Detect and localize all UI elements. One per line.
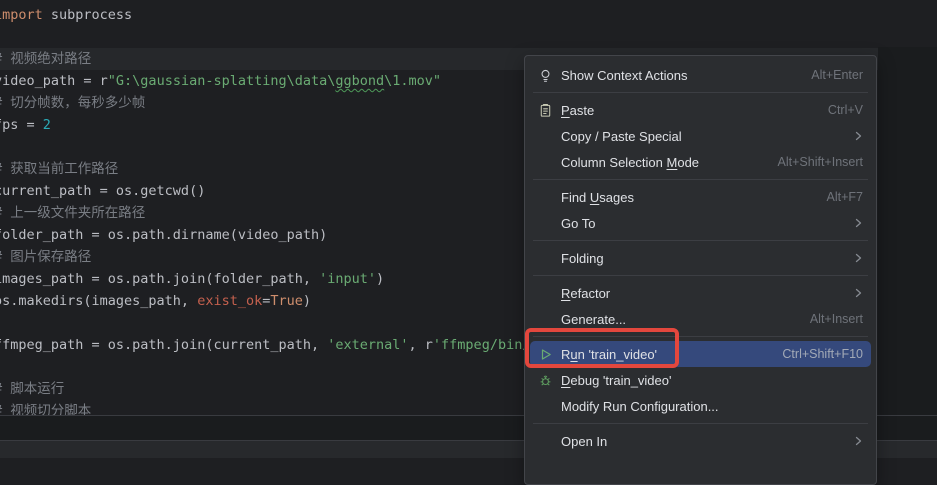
blank-icon	[537, 433, 553, 449]
code-token: 2	[43, 117, 51, 133]
menu-item-shortcut: Alt+Shift+Insert	[778, 155, 863, 169]
code-token: os.makedirs(images_path,	[0, 293, 197, 309]
menu-item-shortcut: Ctrl+Shift+F10	[782, 347, 863, 361]
blank-icon	[537, 311, 553, 327]
submenu-chevron-icon	[854, 218, 863, 228]
run-icon	[537, 346, 553, 362]
code-token: \1.mov"	[384, 73, 441, 89]
code-token: # 图片保存路径	[0, 249, 91, 265]
submenu-chevron-icon	[854, 131, 863, 141]
code-token: , r	[409, 337, 433, 353]
menu-item-go-to[interactable]: Go To	[530, 210, 871, 236]
code-token: )	[376, 271, 384, 287]
code-token: os	[43, 0, 67, 1]
code-token: ffmpeg_path = os.path.join(current_path,	[0, 337, 327, 353]
blank-icon	[537, 128, 553, 144]
menu-separator	[533, 275, 868, 276]
debug-icon	[537, 372, 553, 388]
menu-separator	[533, 336, 868, 337]
submenu-chevron-icon	[854, 253, 863, 263]
menu-item-label: Column Selection Mode	[561, 155, 699, 170]
menu-item-label: Paste	[561, 103, 594, 118]
menu-separator	[533, 92, 868, 93]
blank-icon	[537, 250, 553, 266]
menu-item-refactor[interactable]: Refactor	[530, 280, 871, 306]
paste-icon	[537, 102, 553, 118]
menu-item-label: Go To	[561, 216, 595, 231]
menu-item-generate[interactable]: Generate... Alt+Insert	[530, 306, 871, 332]
menu-item-label: Open In	[561, 434, 607, 449]
code-token: 'external'	[327, 337, 408, 353]
code-line	[0, 26, 884, 48]
code-token: fps =	[0, 117, 43, 133]
code-token: current_path = os.getcwd()	[0, 183, 205, 199]
code-token: images_path = os.path.join(folder_path,	[0, 271, 319, 287]
code-token: import	[0, 7, 43, 23]
code-line: import subprocess	[0, 4, 884, 26]
code-token: subprocess	[43, 7, 132, 23]
code-token: )	[303, 293, 311, 309]
menu-item-label: Show Context Actions	[561, 68, 687, 83]
menu-item-label: Run 'train_video'	[561, 347, 657, 362]
menu-item-label: Copy / Paste Special	[561, 129, 682, 144]
menu-item-debug-train-video[interactable]: Debug 'train_video'	[530, 367, 871, 393]
code-token: 'input'	[319, 271, 376, 287]
menu-item-label: Debug 'train_video'	[561, 373, 671, 388]
blank-icon	[537, 215, 553, 231]
menu-item-shortcut: Alt+F7	[827, 190, 863, 204]
lightbulb-icon	[537, 67, 553, 83]
menu-item-label: Find Usages	[561, 190, 634, 205]
right-panel-strip	[878, 47, 937, 415]
code-token: 'ffmpeg/bin/	[433, 337, 531, 353]
code-token: # 获取当前工作路径	[0, 161, 118, 177]
code-token: ggbond	[335, 73, 384, 89]
code-token: "G:\gaussian-splatting\data\	[108, 73, 336, 89]
menu-item-show-context-actions[interactable]: Show Context Actions Alt+Enter	[530, 62, 871, 88]
blank-icon	[537, 189, 553, 205]
blank-icon	[537, 398, 553, 414]
code-token: # 切分帧数，每秒多少帧	[0, 95, 145, 111]
menu-item-folding[interactable]: Folding	[530, 245, 871, 271]
code-token: exist_ok	[197, 293, 262, 309]
menu-item-label: Generate...	[561, 312, 626, 327]
menu-item-paste[interactable]: Paste Ctrl+V	[530, 97, 871, 123]
code-token: # 脚本运行	[0, 381, 64, 397]
blank-icon	[537, 154, 553, 170]
code-token: # 上一级文件夹所在路径	[0, 205, 145, 221]
menu-item-find-usages[interactable]: Find Usages Alt+F7	[530, 184, 871, 210]
menu-item-shortcut: Alt+Insert	[810, 312, 863, 326]
code-token: folder_path = os.path.dirname(video_path…	[0, 227, 327, 243]
code-token: # 视频绝对路径	[0, 51, 91, 67]
menu-item-shortcut: Ctrl+V	[828, 103, 863, 117]
editor-context-menu: Show Context Actions Alt+Enter Paste Ctrl+V…	[524, 55, 877, 485]
menu-item-label: Refactor	[561, 286, 610, 301]
code-token: # 视频切分脚本	[0, 403, 91, 415]
menu-item-modify-run-configuration[interactable]: Modify Run Configuration...	[530, 393, 871, 419]
menu-separator	[533, 179, 868, 180]
menu-item-column-selection-mode[interactable]: Column Selection Mode Alt+Shift+Insert	[530, 149, 871, 175]
menu-separator	[533, 240, 868, 241]
code-token: True	[270, 293, 303, 309]
menu-item-copy-paste-special[interactable]: Copy / Paste Special	[530, 123, 871, 149]
code-token: import	[0, 0, 43, 1]
menu-item-run-train-video[interactable]: Run 'train_video' Ctrl+Shift+F10	[530, 341, 871, 367]
submenu-chevron-icon	[854, 288, 863, 298]
menu-item-label: Folding	[561, 251, 604, 266]
menu-item-shortcut: Alt+Enter	[811, 68, 863, 82]
submenu-chevron-icon	[854, 436, 863, 446]
code-token: video_path = r	[0, 73, 108, 89]
blank-icon	[537, 285, 553, 301]
menu-item-open-in[interactable]: Open In	[530, 428, 871, 454]
menu-item-label: Modify Run Configuration...	[561, 399, 719, 414]
menu-separator	[533, 423, 868, 424]
